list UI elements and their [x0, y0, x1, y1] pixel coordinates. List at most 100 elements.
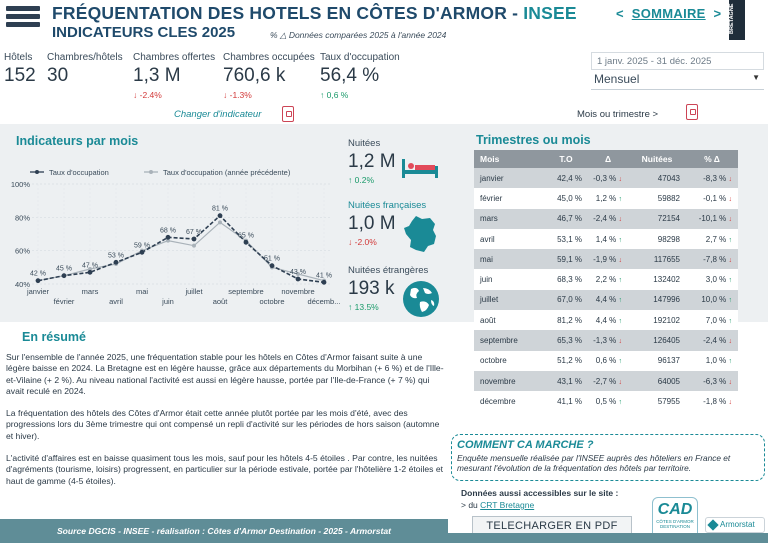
data-point	[165, 234, 171, 240]
table-row[interactable]: juin 68,3 % 2,2 % ↑ 132402 3,0 % ↑	[474, 269, 738, 290]
table-row[interactable]: décembre 41,1 % 0,5 % ↑ 57955 -1,8 % ↓	[474, 391, 738, 412]
kpi-value: 56,4 %	[320, 65, 380, 86]
cell-pct-delta: -8,3 % ↓	[686, 168, 738, 189]
bed-icon	[402, 159, 438, 178]
cell-pct-delta: 1,0 % ↑	[686, 350, 738, 371]
col-header-nuitees[interactable]: Nuitées	[628, 150, 686, 168]
france-map-icon	[404, 216, 436, 252]
metric-label: Nuitées françaises	[348, 200, 427, 211]
crt-bretagne-link[interactable]: CRT Bretagne	[480, 500, 534, 510]
kpi-card: Hôtels 152	[4, 52, 36, 87]
comparison-note: % △ Données comparées 2025 à l'année 202…	[270, 30, 447, 40]
data-point	[217, 213, 223, 219]
change-indicator-link[interactable]: Changer d'indicateur	[174, 109, 261, 120]
data-point	[218, 220, 222, 225]
table-row[interactable]: février 45,0 % 1,2 % ↑ 59882 -0,1 % ↓	[474, 188, 738, 209]
data-point	[269, 263, 275, 269]
summary-nav: < SOMMAIRE >	[616, 6, 721, 21]
date-range-filter[interactable]: 1 janv. 2025 - 31 déc. 2025	[591, 52, 764, 70]
table-row[interactable]: août 81,2 % 4,4 % ↑ 192102 7,0 % ↑	[474, 310, 738, 331]
table-row[interactable]: octobre 51,2 % 0,6 % ↑ 96137 1,0 % ↑	[474, 350, 738, 371]
sommaire-link[interactable]: SOMMAIRE	[632, 6, 706, 21]
cell-pct-delta: -2,4 % ↓	[686, 330, 738, 351]
month-quarter-link[interactable]: Mois ou trimestre >	[577, 109, 658, 120]
col-header-to[interactable]: T.O	[544, 150, 588, 168]
cell-pct-delta: 10,0 % ↑	[686, 289, 738, 311]
x-tick-label: avril	[109, 297, 123, 306]
footer-source: Source DGCIS - INSEE - réalisation : Côt…	[0, 519, 448, 543]
kpi-value: 1,3 M	[133, 65, 181, 86]
cell-delta: -1,3 % ↓	[588, 330, 628, 351]
cell-delta: 0,6 % ↑	[588, 350, 628, 371]
kpi-value: 30	[47, 65, 69, 86]
legend-label: Taux d'occupation (année précédente)	[163, 168, 291, 177]
data-label: 53 %	[108, 252, 124, 259]
access-label: Données aussi accessibles sur le site :	[461, 488, 619, 498]
data-point	[35, 278, 41, 284]
table-row[interactable]: mars 46,7 % -2,4 % ↓ 72154 -10,1 % ↓	[474, 208, 738, 229]
data-label: 59 %	[134, 242, 150, 249]
metric-nuitees: Nuitées 1,2 M ↑ 0.2%	[348, 138, 396, 185]
cell-nuitees: 126405	[628, 330, 686, 351]
nav-next-button[interactable]: >	[713, 6, 721, 21]
kpi-card: Chambres occupées 760,6 k ↓ -1.3%	[223, 52, 315, 100]
nav-prev-button[interactable]: <	[616, 6, 624, 21]
page-subtitle: INDICATEURS CLES 2025	[52, 24, 236, 41]
cell-to: 46,7 %	[544, 208, 588, 229]
x-tick-label: février	[54, 297, 75, 306]
cell-nuitees: 72154	[628, 208, 686, 229]
col-header-pct-delta[interactable]: % Δ	[686, 150, 738, 168]
x-tick-label: septembre	[228, 287, 263, 296]
table-row[interactable]: septembre 65,3 % -1,3 % ↓ 126405 -2,4 % ↓	[474, 330, 738, 351]
x-tick-label: novembre	[281, 287, 314, 296]
armorstat-logo[interactable]: Armorstat	[705, 517, 765, 533]
cell-nuitees: 132402	[628, 269, 686, 290]
col-header-delta[interactable]: Δ	[588, 150, 628, 168]
footer-bar	[448, 533, 768, 543]
cell-nuitees: 64005	[628, 370, 686, 392]
cell-mois: août	[474, 310, 544, 331]
metric-value: 1,2 M	[348, 151, 396, 172]
y-tick-label: 100%	[11, 180, 31, 189]
chart-title: Indicateurs par mois	[16, 134, 139, 148]
table-row[interactable]: janvier 42,4 % -0,3 % ↓ 47043 -8,3 % ↓	[474, 168, 738, 189]
x-tick-label: août	[213, 297, 229, 306]
cell-delta: -2,7 % ↓	[588, 370, 628, 392]
col-header-mois[interactable]: Mois	[474, 150, 544, 168]
period-toggle-icon[interactable]	[686, 104, 698, 120]
period-select[interactable]: Mensuel ▼	[591, 70, 764, 90]
data-label: 43 %	[290, 269, 306, 276]
indicator-toggle-icon[interactable]	[282, 106, 294, 122]
table-row[interactable]: mai 59,1 % -1,9 % ↓ 117655 -7,8 % ↓	[474, 249, 738, 270]
cell-to: 81,2 %	[544, 310, 588, 331]
summary-text: Sur l'ensemble de l'année 2025, une fréq…	[6, 352, 446, 498]
x-tick-label: décemb...	[308, 297, 341, 306]
cell-delta: 2,2 % ↑	[588, 269, 628, 290]
cell-mois: avril	[474, 228, 544, 250]
data-label: 47 %	[82, 262, 98, 269]
data-label: 41 %	[316, 272, 332, 279]
cell-to: 45,0 %	[544, 188, 588, 209]
cell-nuitees: 147996	[628, 289, 686, 311]
cell-delta: 1,2 % ↑	[588, 188, 628, 209]
kpi-label: Hôtels	[4, 52, 33, 63]
menu-hamburger-icon[interactable]	[6, 6, 40, 32]
cell-pct-delta: -0,1 % ↓	[686, 188, 738, 209]
cell-nuitees: 117655	[628, 249, 686, 270]
data-label: 42 %	[30, 271, 46, 278]
data-point	[113, 259, 119, 265]
kpi-value: 152	[4, 65, 36, 86]
occupancy-line-chart: 100%80%60%40%Taux d'occupation Taux d'occ…	[11, 168, 341, 306]
metric-label: Nuitées étrangères	[348, 265, 429, 276]
summary-paragraph: La fréquentation des hôtels des Côtes d'…	[6, 408, 440, 441]
x-tick-label: octobre	[259, 297, 284, 306]
table-row[interactable]: novembre 43,1 % -2,7 % ↓ 64005 -6,3 % ↓	[474, 370, 738, 392]
data-point	[61, 273, 67, 279]
cell-mois: novembre	[474, 370, 544, 392]
legend-marker	[149, 170, 153, 174]
x-tick-label: mai	[136, 287, 148, 296]
table-row[interactable]: avril 53,1 % 1,4 % ↑ 98298 2,7 % ↑	[474, 228, 738, 250]
table-row[interactable]: juillet 67,0 % 4,4 % ↑ 147996 10,0 % ↑	[474, 289, 738, 311]
data-point	[321, 279, 327, 285]
cell-pct-delta: -6,3 % ↓	[686, 370, 738, 392]
